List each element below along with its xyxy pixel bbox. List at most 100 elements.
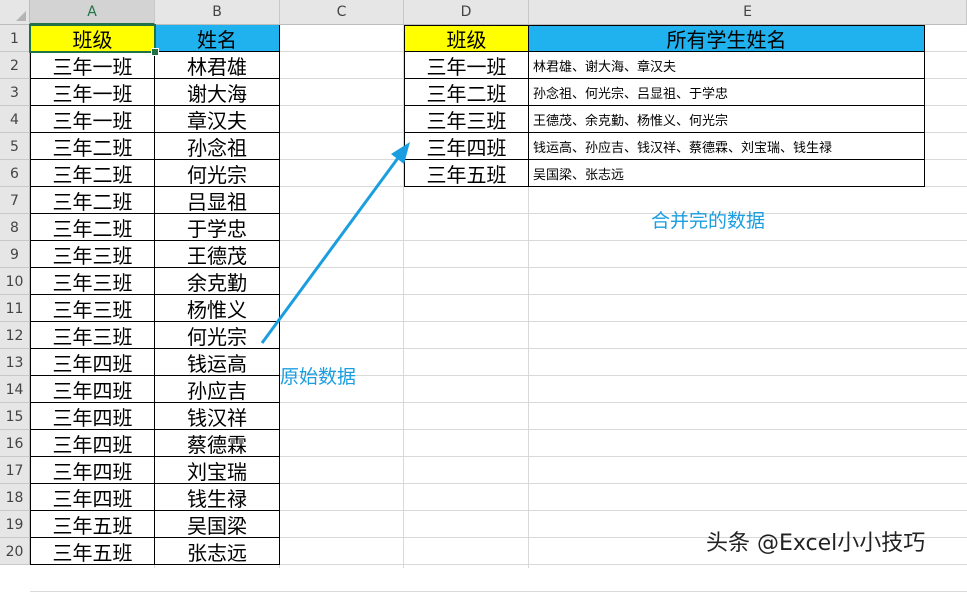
select-all-corner[interactable] [0,0,30,25]
source-cell-name[interactable]: 于学忠 [155,214,280,241]
row-number: 10 [5,274,24,290]
row-header-3[interactable]: 3 [0,79,30,106]
row-header-1[interactable]: 1 [0,25,30,52]
source-cell-class[interactable]: 三年四班 [30,349,155,376]
source-cell-class[interactable]: 三年四班 [30,457,155,484]
source-cell-class[interactable]: 三年四班 [30,403,155,430]
source-cell-class[interactable]: 三年二班 [30,187,155,214]
row-header-5[interactable]: 5 [0,133,30,160]
row-number: 19 [5,517,24,533]
merged-header-names[interactable]: 所有学生姓名 [529,25,925,52]
row-number: 14 [5,382,24,398]
row-header-7[interactable]: 7 [0,187,30,214]
source-cell-name[interactable]: 吴国梁 [155,511,280,538]
row-header-10[interactable]: 10 [0,268,30,295]
source-cell-name[interactable]: 林君雄 [155,52,280,79]
row-number: 9 [10,247,19,263]
source-cell-name[interactable]: 杨惟义 [155,295,280,322]
row-number: 15 [5,409,24,425]
merged-cell-class[interactable]: 三年一班 [404,52,529,79]
row-number: 8 [10,220,19,236]
source-cell-class[interactable]: 三年五班 [30,511,155,538]
row-header-14[interactable]: 14 [0,376,30,403]
row-header-15[interactable]: 15 [0,403,30,430]
source-cell-name[interactable]: 钱生禄 [155,484,280,511]
source-cell-class[interactable]: 三年一班 [30,52,155,79]
source-cell-class[interactable]: 三年一班 [30,79,155,106]
source-cell-class[interactable]: 三年五班 [30,538,155,565]
merged-cell-class[interactable]: 三年二班 [404,79,529,106]
column-header-a[interactable]: A [30,0,155,25]
source-cell-name[interactable]: 孙应吉 [155,376,280,403]
row-header-6[interactable]: 6 [0,160,30,187]
source-cell-name[interactable]: 钱运高 [155,349,280,376]
row-number: 6 [10,166,19,182]
row-number: 7 [10,193,19,209]
source-cell-name[interactable]: 余克勤 [155,268,280,295]
fill-handle[interactable] [151,48,159,56]
source-cell-class[interactable]: 三年三班 [30,268,155,295]
column-header-d[interactable]: D [404,0,529,25]
original-data-label: 原始数据 [280,366,357,388]
merged-data-label: 合并完的数据 [651,210,766,232]
source-cell-class[interactable]: 三年三班 [30,295,155,322]
merged-cell-names[interactable]: 孙念祖、何光宗、吕显祖、于学忠 [529,79,925,106]
source-cell-class[interactable]: 三年三班 [30,241,155,268]
source-cell-name[interactable]: 何光宗 [155,322,280,349]
active-cell-selection[interactable] [29,24,156,53]
source-cell-name[interactable]: 刘宝瑞 [155,457,280,484]
row-header-13[interactable]: 13 [0,349,30,376]
merged-cell-class[interactable]: 三年四班 [404,133,529,160]
source-cell-name[interactable]: 张志远 [155,538,280,565]
source-cell-name[interactable]: 孙念祖 [155,133,280,160]
row-header-20[interactable]: 20 [0,538,30,565]
source-cell-class[interactable]: 三年二班 [30,160,155,187]
row-header-8[interactable]: 8 [0,214,30,241]
row-header-2[interactable]: 2 [0,52,30,79]
merged-cell-names[interactable]: 林君雄、谢大海、章汉夫 [529,52,925,79]
column-header-b[interactable]: B [155,0,280,25]
row-header-18[interactable]: 18 [0,484,30,511]
source-cell-name[interactable]: 吕显祖 [155,187,280,214]
merged-cell-names[interactable]: 王德茂、余克勤、杨惟义、何光宗 [529,106,925,133]
row-number: 1 [10,31,19,47]
source-cell-name[interactable]: 谢大海 [155,79,280,106]
source-cell-class[interactable]: 三年三班 [30,322,155,349]
source-cell-name[interactable]: 蔡德霖 [155,430,280,457]
merged-cell-names[interactable]: 吴国梁、张志远 [529,160,925,187]
source-cell-class[interactable]: 三年四班 [30,484,155,511]
spreadsheet[interactable]: A B C D E 1 2 3 4 5 6 7 8 9 10 11 12 13 14 15 16 17 18 19 20 班级 姓名… [0,0,967,592]
row-number: 2 [10,58,19,74]
source-cell-name[interactable]: 王德茂 [155,241,280,268]
row-number: 18 [5,490,24,506]
watermark-text: 头条 @Excel小小技巧 [706,531,926,556]
source-cell-name[interactable]: 何光宗 [155,160,280,187]
merged-cell-class[interactable]: 三年三班 [404,106,529,133]
column-header-c[interactable]: C [280,0,404,25]
source-cell-class[interactable]: 三年二班 [30,133,155,160]
row-header-16[interactable]: 16 [0,430,30,457]
row-header-19[interactable]: 19 [0,511,30,538]
row-number: 20 [5,544,24,560]
source-cell-class[interactable]: 三年四班 [30,430,155,457]
merged-cell-names[interactable]: 钱运高、孙应吉、钱汉祥、蔡德霖、刘宝瑞、钱生禄 [529,133,925,160]
source-cell-class[interactable]: 三年二班 [30,214,155,241]
source-cell-class[interactable]: 三年一班 [30,106,155,133]
row-header-12[interactable]: 12 [0,322,30,349]
merged-cell-class[interactable]: 三年五班 [404,160,529,187]
row-number: 12 [5,328,24,344]
source-cell-name[interactable]: 钱汉祥 [155,403,280,430]
source-cell-class[interactable]: 三年四班 [30,376,155,403]
row-number: 3 [10,85,19,101]
column-header-e[interactable]: E [529,0,967,25]
row-number: 5 [10,139,19,155]
merged-header-class[interactable]: 班级 [404,25,529,52]
row-header-17[interactable]: 17 [0,457,30,484]
row-header-11[interactable]: 11 [0,295,30,322]
row-header-4[interactable]: 4 [0,106,30,133]
row-number: 4 [10,112,19,128]
row-header-9[interactable]: 9 [0,241,30,268]
row-number: 13 [5,355,24,371]
source-cell-name[interactable]: 章汉夫 [155,106,280,133]
source-header-name[interactable]: 姓名 [155,25,280,52]
